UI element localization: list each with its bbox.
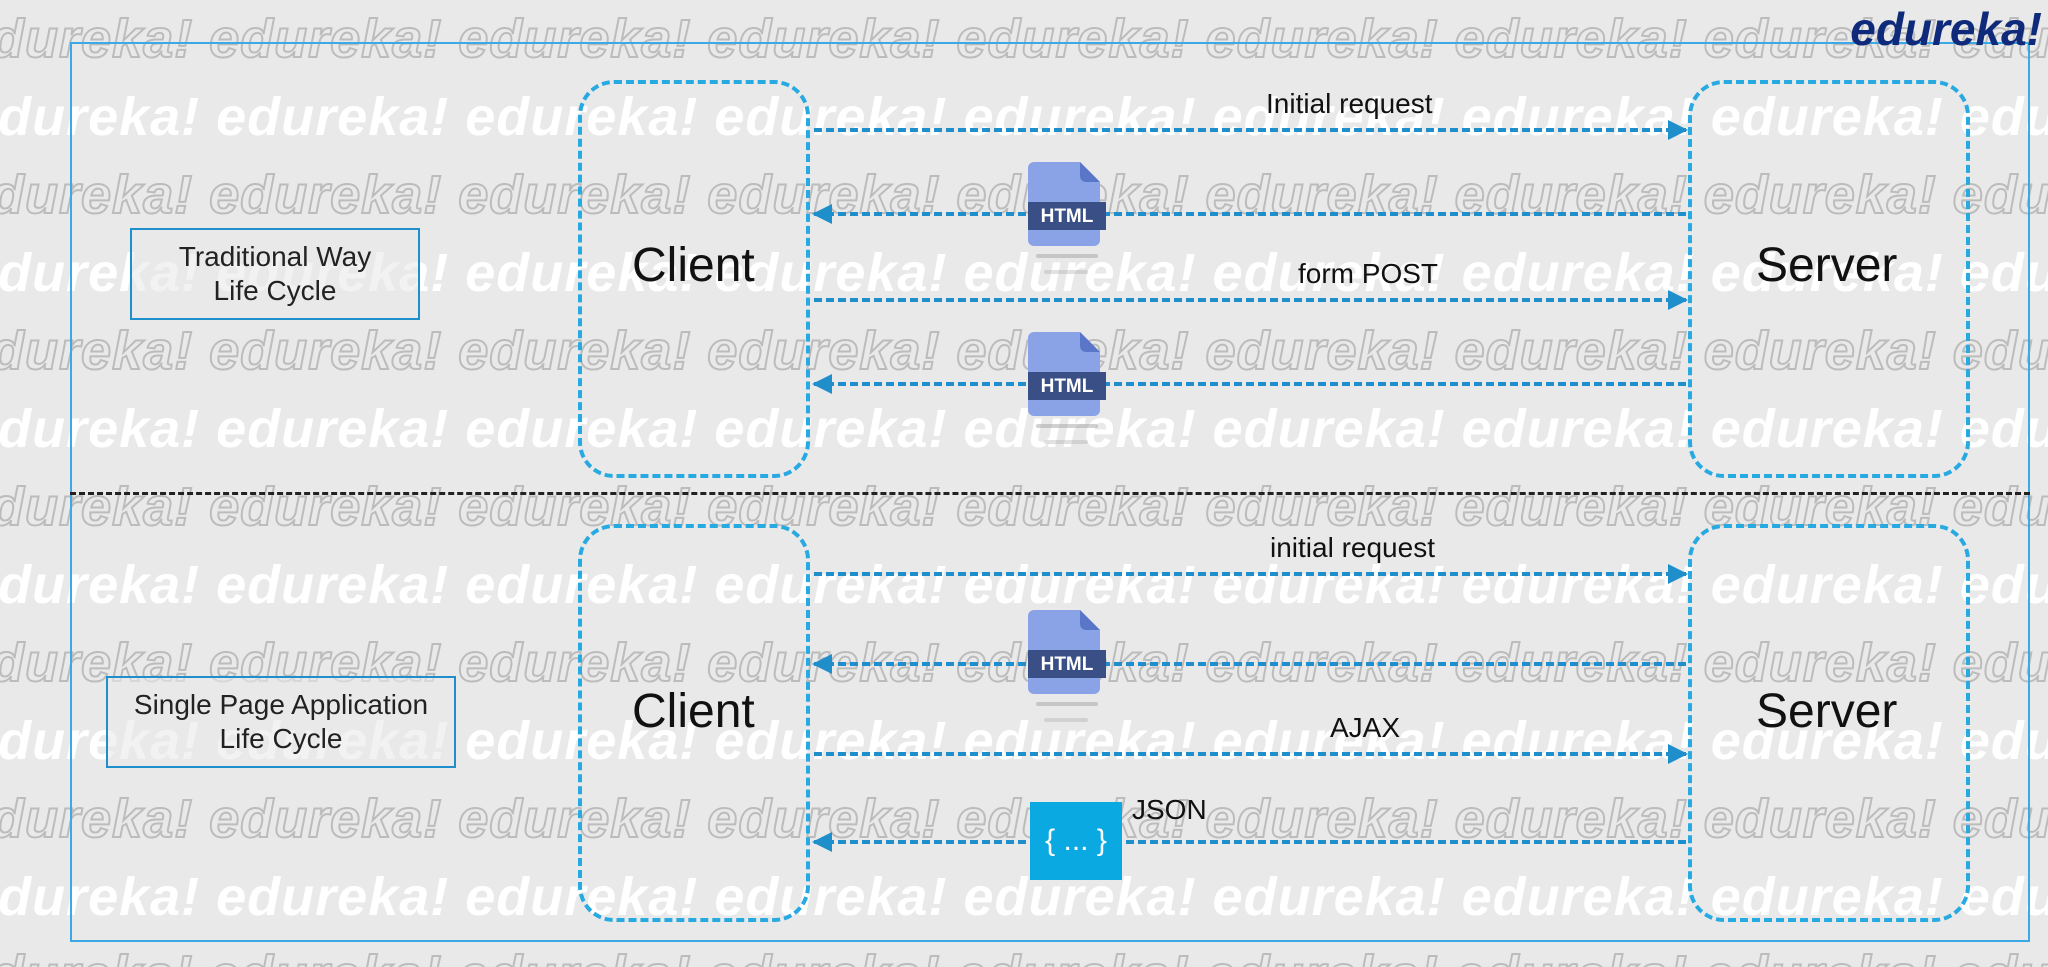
arrow-initial-request <box>814 128 1686 132</box>
caption-line: Life Cycle <box>156 274 394 308</box>
client-label: Client <box>632 684 755 739</box>
traditional-caption: Traditional Way Life Cycle <box>130 228 420 320</box>
arrow-ajax <box>814 752 1686 756</box>
client-label: Client <box>632 238 755 293</box>
caption-line: Life Cycle <box>132 722 430 756</box>
svg-text:HTML: HTML <box>1041 654 1094 675</box>
arrow-initial-request <box>814 572 1686 576</box>
label-initial-request: Initial request <box>1266 88 1433 120</box>
arrow-form-post <box>814 298 1686 302</box>
arrow-html-response-2 <box>814 382 1686 386</box>
arrow-json <box>814 840 1686 844</box>
html-file-icon: HTML <box>1028 328 1106 418</box>
label-ajax: AJAX <box>1330 712 1400 744</box>
spa-lifecycle-panel: Single Page Application Life Cycle Clien… <box>70 494 2030 942</box>
svg-text:HTML: HTML <box>1041 206 1094 227</box>
label-form-post: form POST <box>1298 258 1438 290</box>
server-label: Server <box>1756 684 1897 739</box>
arrow-html-response-1 <box>814 212 1686 216</box>
svg-text:HTML: HTML <box>1041 376 1094 397</box>
traditional-lifecycle-panel: Traditional Way Life Cycle Client Server… <box>70 42 2030 492</box>
brand-logo: edureka! <box>1850 2 2042 56</box>
spa-caption: Single Page Application Life Cycle <box>106 676 456 768</box>
label-json: JSON <box>1132 794 1207 826</box>
html-file-icon: HTML <box>1028 606 1106 696</box>
html-file-icon: HTML <box>1028 158 1106 248</box>
server-label: Server <box>1756 238 1897 293</box>
caption-line: Single Page Application <box>132 688 430 722</box>
caption-line: Traditional Way <box>156 240 394 274</box>
arrow-html-response <box>814 662 1686 666</box>
label-initial-request: initial request <box>1270 532 1435 564</box>
json-payload-icon: { ... } <box>1030 802 1122 880</box>
